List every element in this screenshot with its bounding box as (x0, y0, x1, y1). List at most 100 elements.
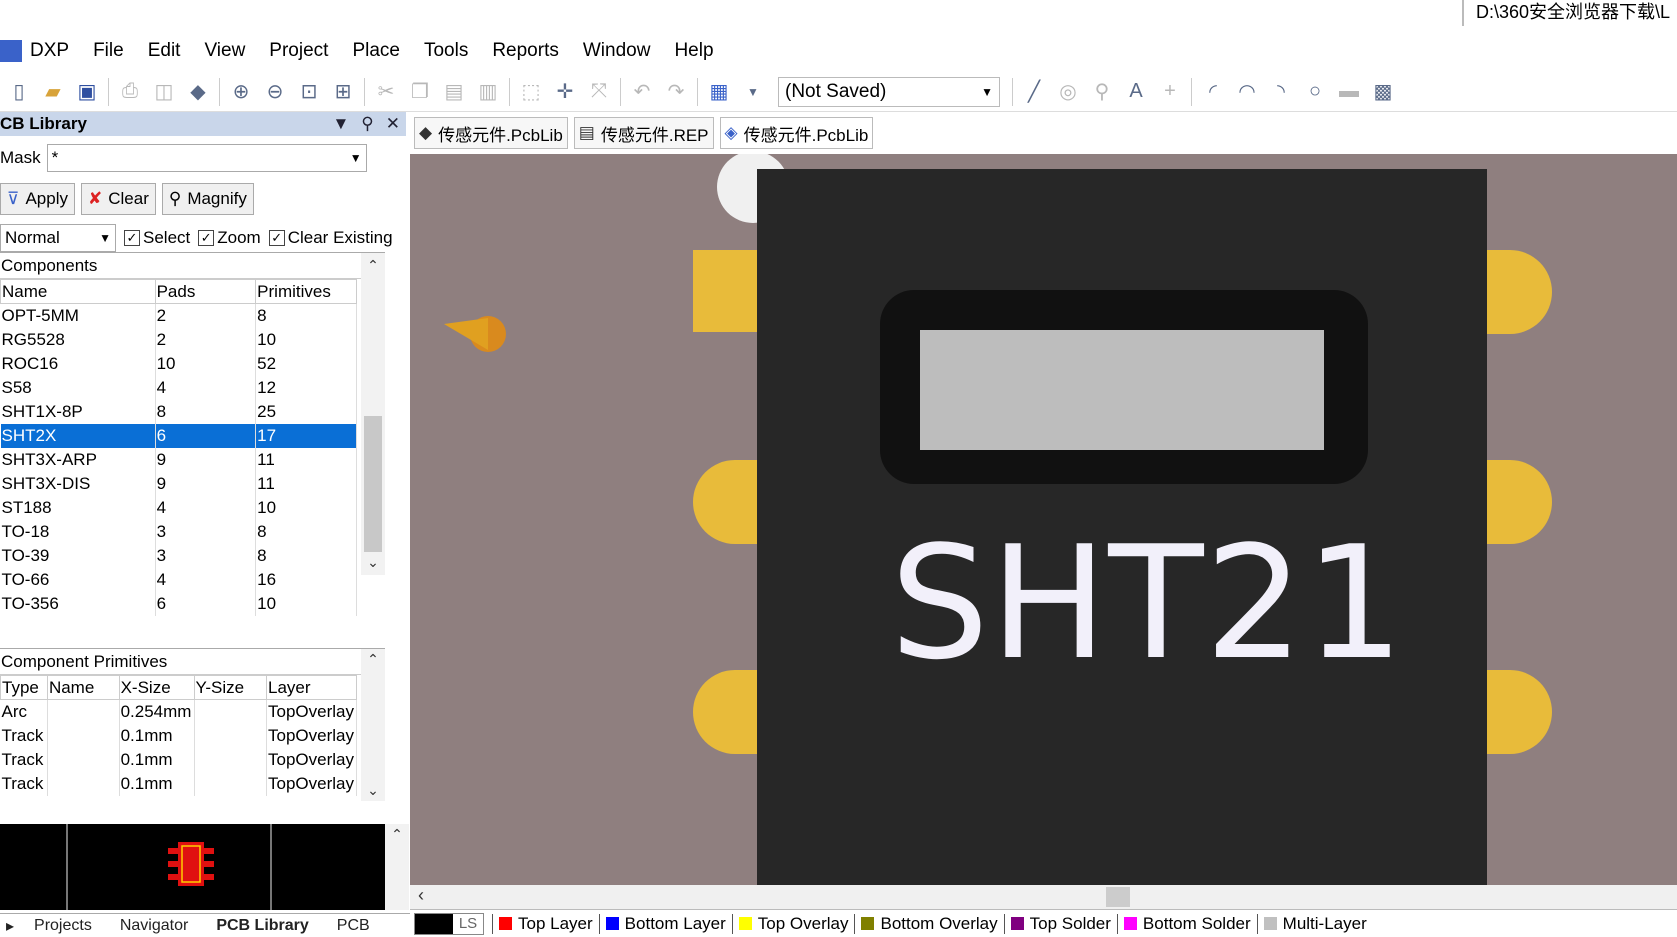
zoom-in-icon[interactable]: ⊕ (228, 79, 254, 105)
table-row[interactable]: S58 4 12 (0, 375, 357, 400)
column-pads[interactable]: Pads (154, 279, 257, 304)
layer-tab[interactable]: Top Solder (1003, 913, 1117, 934)
preview-scrollbar[interactable]: ⌃ (385, 824, 409, 910)
grid-dropdown-icon[interactable]: ▼ (740, 79, 766, 105)
mode-select[interactable]: Normal ▼ (0, 224, 116, 252)
primitives-scrollbar[interactable]: ⌃ ⌄ (361, 649, 385, 801)
full-circle-icon[interactable]: ○ (1302, 79, 1328, 105)
menu-window[interactable]: Window (583, 40, 651, 62)
pad-icon[interactable]: ◎ (1055, 79, 1081, 105)
table-row[interactable]: TO-66 4 16 (0, 567, 357, 592)
chevron-up-icon[interactable]: ⌃ (367, 651, 379, 668)
chevron-left-icon[interactable]: ‹ (418, 885, 424, 906)
arc-any-icon[interactable]: ◝ (1268, 79, 1294, 105)
chevron-down-icon[interactable]: ⌄ (367, 782, 379, 799)
print-icon[interactable]: ⎙ (117, 79, 143, 105)
pin-icon[interactable]: ⚲ (361, 112, 373, 136)
tab-navigator[interactable]: Navigator (106, 917, 202, 935)
column-name[interactable]: Name (0, 279, 156, 304)
menu-project[interactable]: Project (269, 40, 328, 62)
clear-existing-checkbox[interactable]: ✓ Clear Existing (268, 228, 393, 248)
array-paste-icon[interactable]: ▩ (1370, 79, 1396, 105)
save-icon[interactable]: ▣ (74, 79, 100, 105)
line-icon[interactable]: ╱ (1021, 79, 1047, 105)
move-icon[interactable]: ✛ (552, 79, 578, 105)
menu-reports[interactable]: Reports (492, 40, 559, 62)
menu-dxp[interactable]: DXP (30, 40, 69, 62)
arc-edge-icon[interactable]: ◠ (1234, 79, 1260, 105)
zoom-area-icon[interactable]: ⊞ (330, 79, 356, 105)
fill-icon[interactable]: ▬ (1336, 79, 1362, 105)
rubber-stamp-icon[interactable]: ▥ (475, 79, 501, 105)
3d-view-icon[interactable]: ◆ (185, 79, 211, 105)
table-row[interactable]: OPT-5MM 2 8 (0, 303, 357, 328)
arc-center-icon[interactable]: ◜ (1200, 79, 1226, 105)
column-name[interactable]: Name (46, 675, 120, 700)
column-type[interactable]: Type (0, 675, 48, 700)
apply-button[interactable]: ⊽ Apply (0, 183, 75, 215)
table-row[interactable]: TO-18 3 8 (0, 519, 357, 544)
new-file-icon[interactable]: ▯ (6, 79, 32, 105)
menu-place[interactable]: Place (352, 40, 400, 62)
components-scrollbar[interactable]: ⌃ ⌄ (361, 253, 385, 575)
doc-tab-rep[interactable]: ▤ 传感元件.REP (573, 117, 714, 149)
column-y-size[interactable]: Y-Size (193, 675, 268, 700)
canvas-horizontal-scrollbar[interactable]: ‹ (410, 885, 1677, 909)
table-row[interactable]: SHT2X 6 17 (0, 423, 357, 448)
via-icon[interactable]: ⚲ (1089, 79, 1115, 105)
panel-menu-icon[interactable]: ▼ (332, 112, 349, 136)
table-row[interactable]: TO-39 3 8 (0, 543, 357, 568)
tab-pcb-library[interactable]: PCB Library (202, 917, 322, 935)
string-icon[interactable]: A (1123, 79, 1149, 105)
menu-edit[interactable]: Edit (148, 40, 181, 62)
table-row[interactable]: TO-356 6 10 (0, 591, 357, 616)
redo-icon[interactable]: ↷ (663, 79, 689, 105)
layer-tab[interactable]: Top Layer (492, 913, 599, 934)
scroll-thumb[interactable] (364, 416, 382, 552)
print-preview-icon[interactable]: ◫ (151, 79, 177, 105)
table-row[interactable]: ROC16 10 52 (0, 351, 357, 376)
select-checkbox[interactable]: ✓ Select (124, 228, 190, 248)
cut-icon[interactable]: ✂ (373, 79, 399, 105)
undo-icon[interactable]: ↶ (629, 79, 655, 105)
table-row[interactable]: SHT3X-DIS 9 11 (0, 471, 357, 496)
open-folder-icon[interactable]: ▰ (40, 79, 66, 105)
table-row[interactable]: Track 0.1mm TopOverlay (0, 723, 357, 748)
menu-file[interactable]: File (93, 40, 124, 62)
column-x-size[interactable]: X-Size (118, 675, 195, 700)
table-row[interactable]: Track 0.1mm TopOverlay (0, 747, 357, 772)
menu-view[interactable]: View (204, 40, 245, 62)
clear-button[interactable]: ✘ Clear (80, 183, 156, 215)
column-layer[interactable]: Layer (266, 675, 357, 700)
tab-pcb[interactable]: PCB (323, 917, 384, 935)
chevron-up-icon[interactable]: ⌃ (367, 257, 379, 274)
mask-input[interactable]: * ▼ (46, 144, 367, 172)
layer-set-button[interactable]: LS (414, 912, 484, 935)
grid-icon[interactable]: ▦ (706, 79, 732, 105)
column-primitives[interactable]: Primitives (255, 279, 357, 304)
scroll-thumb[interactable] (1106, 887, 1130, 907)
paste-icon[interactable]: ▤ (441, 79, 467, 105)
chevron-up-icon[interactable]: ⌃ (391, 826, 403, 843)
zoom-out-icon[interactable]: ⊖ (262, 79, 288, 105)
close-icon[interactable]: ✕ (386, 112, 400, 136)
table-row[interactable]: Arc 0.254mm TopOverlay (0, 699, 357, 724)
coordinate-icon[interactable]: + (1157, 79, 1183, 105)
zoom-checkbox[interactable]: ✓ Zoom (198, 228, 261, 248)
save-state-combo[interactable]: (Not Saved) ▼ (778, 76, 1000, 107)
layer-tab[interactable]: Bottom Layer (598, 913, 732, 934)
table-row[interactable]: SHT1X-8P 8 25 (0, 399, 357, 424)
menu-tools[interactable]: Tools (424, 40, 468, 62)
table-row[interactable]: RG5528 2 10 (0, 327, 357, 352)
layer-tab[interactable]: Top Overlay (731, 913, 855, 934)
chevron-down-icon[interactable]: ▼ (350, 151, 362, 165)
layer-tab[interactable]: Bottom Solder (1116, 913, 1257, 934)
table-row[interactable]: SHT3X-ARP 9 11 (0, 447, 357, 472)
magnify-button[interactable]: ⚲ Magnify (161, 183, 254, 215)
footprint-preview[interactable] (0, 824, 385, 910)
layer-tab[interactable]: Multi-Layer (1256, 913, 1373, 934)
menu-help[interactable]: Help (674, 40, 713, 62)
table-row[interactable]: Track 0.1mm TopOverlay (0, 771, 357, 796)
chevron-down-icon[interactable]: ⌄ (367, 554, 379, 571)
layer-tab[interactable]: Bottom Overlay (854, 913, 1003, 934)
